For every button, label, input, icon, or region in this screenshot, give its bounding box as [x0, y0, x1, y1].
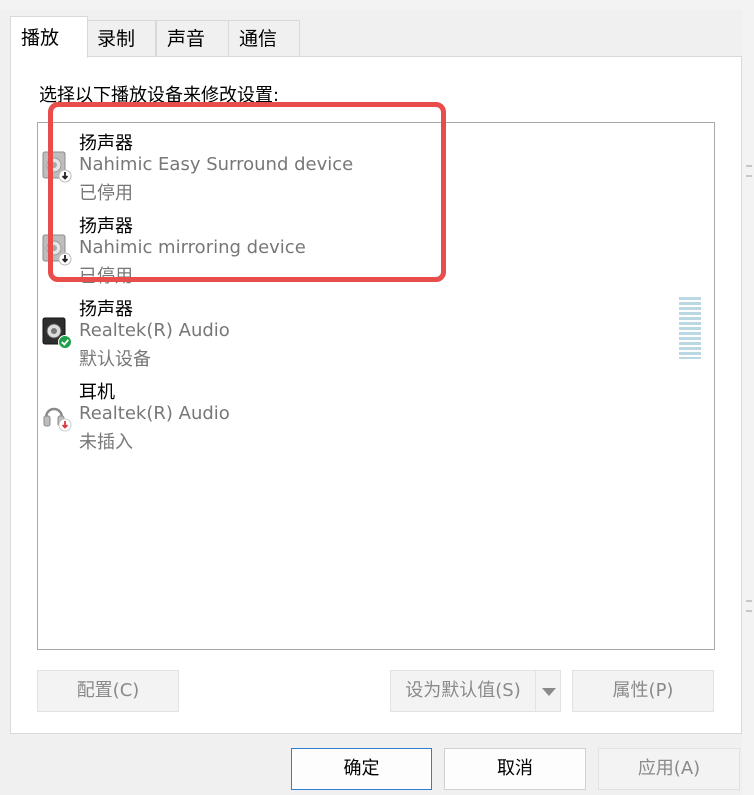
- device-name: 扬声器: [79, 299, 133, 320]
- chevron-down-icon: [542, 688, 556, 696]
- device-item-nahimic-mirroring[interactable]: 扬声器 Nahimic mirroring device 已停用: [38, 206, 714, 288]
- volume-level-meter: [679, 297, 701, 359]
- set-default-dropdown[interactable]: [535, 670, 561, 712]
- device-description: Realtek(R) Audio: [79, 320, 230, 341]
- playback-panel: 选择以下播放设备来修改设置: 扬声器 Nahimic Easy Surround…: [10, 56, 742, 734]
- device-item-nahimic-easy-surround[interactable]: 扬声器 Nahimic Easy Surround device 已停用: [38, 123, 714, 205]
- device-item-realtek-speakers[interactable]: 扬声器 Realtek(R) Audio 默认设备: [38, 289, 714, 371]
- properties-button[interactable]: 属性(P): [572, 670, 714, 712]
- instruction-label: 选择以下播放设备来修改设置:: [39, 85, 280, 106]
- device-description: Realtek(R) Audio: [79, 403, 230, 424]
- device-name: 扬声器: [79, 133, 133, 154]
- device-status: 已停用: [79, 266, 133, 287]
- device-description: Nahimic mirroring device: [79, 237, 306, 258]
- cancel-button[interactable]: 取消: [444, 748, 586, 790]
- ok-button[interactable]: 确定: [291, 748, 432, 790]
- window-right-edge: [742, 0, 754, 795]
- speaker-default-icon: [42, 317, 72, 349]
- device-item-realtek-headphones[interactable]: 耳机 Realtek(R) Audio 未插入: [38, 372, 714, 454]
- set-default-button[interactable]: 设为默认值(S): [390, 670, 536, 712]
- tab-sounds[interactable]: 声音: [156, 20, 230, 56]
- device-status: 未插入: [79, 432, 133, 453]
- headphones-unplugged-icon: [43, 407, 72, 432]
- device-list[interactable]: 扬声器 Nahimic Easy Surround device 已停用 扬声器…: [37, 102, 715, 650]
- tab-communications[interactable]: 通信: [228, 20, 300, 56]
- window-top-strip: [0, 0, 754, 10]
- speaker-disabled-icon: [42, 234, 72, 266]
- device-status: 默认设备: [79, 349, 151, 370]
- device-description: Nahimic Easy Surround device: [79, 154, 354, 175]
- tab-playback[interactable]: 播放: [10, 16, 88, 58]
- device-name: 扬声器: [79, 216, 133, 237]
- speaker-disabled-icon: [42, 151, 72, 183]
- apply-button[interactable]: 应用(A): [598, 748, 740, 790]
- device-name: 耳机: [79, 382, 115, 403]
- tab-recording[interactable]: 录制: [86, 20, 156, 56]
- device-status: 已停用: [79, 183, 133, 204]
- configure-button[interactable]: 配置(C): [37, 670, 179, 712]
